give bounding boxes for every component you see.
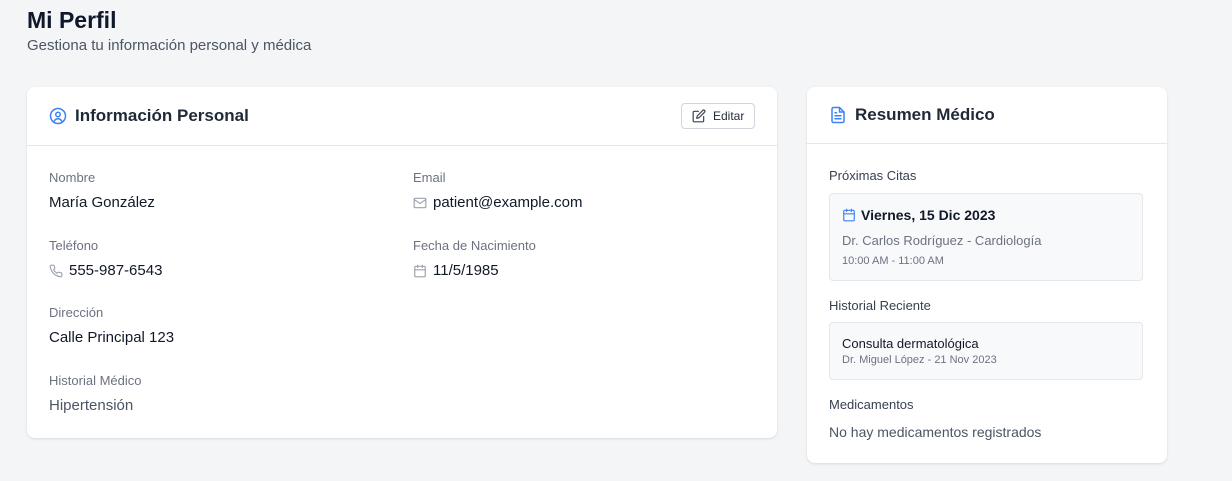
page-title: Mi Perfil — [27, 7, 117, 33]
medications-empty: No hay medicamentos registrados — [829, 424, 1042, 440]
edit-button-label: Editar — [713, 109, 745, 123]
field-birthdate: Fecha de Nacimiento 11/5/1985 — [413, 238, 536, 280]
field-medical-history-value: Hipertensión — [49, 397, 134, 414]
edit-button[interactable]: Editar — [681, 103, 755, 129]
medical-summary-header: Resumen Médico — [807, 87, 1167, 144]
field-name-value: María González — [49, 194, 155, 211]
field-phone-label: Teléfono — [49, 238, 99, 253]
personal-info-title: Información Personal — [75, 106, 249, 125]
field-phone-value: 555-987-6543 — [69, 262, 163, 279]
field-address-label: Dirección — [49, 305, 104, 320]
personal-info-card: Información Personal Editar Nombre María… — [27, 87, 777, 438]
field-birthdate-label: Fecha de Nacimiento — [413, 238, 536, 253]
history-label: Historial Reciente — [829, 298, 931, 313]
mail-icon — [413, 196, 427, 210]
field-address-value: Calle Principal 123 — [49, 329, 175, 346]
user-circle-icon — [49, 107, 67, 125]
field-name: Nombre María González — [49, 170, 155, 212]
history-title: Consulta dermatológica — [842, 336, 979, 351]
page-header: Mi Perfil Gestiona tu información person… — [27, 6, 311, 56]
page-subtitle: Gestiona tu información personal y médic… — [27, 37, 312, 54]
field-medical-history-label: Historial Médico — [49, 373, 142, 388]
medical-summary-card: Resumen Médico Próximas Citas Viernes, 1… — [807, 87, 1167, 463]
field-phone: Teléfono 555-987-6543 — [49, 238, 162, 280]
medical-summary-title: Resumen Médico — [855, 105, 995, 124]
history-item[interactable]: Consulta dermatológica Dr. Miguel López … — [829, 322, 1143, 380]
appointment-doctor: Dr. Carlos Rodríguez - Cardiología — [842, 233, 1042, 248]
phone-icon — [49, 264, 63, 278]
field-name-label: Nombre — [49, 170, 96, 185]
edit-icon — [692, 109, 706, 123]
calendar-icon — [842, 208, 856, 222]
upcoming-label: Próximas Citas — [829, 168, 917, 183]
field-birthdate-value: 11/5/1985 — [433, 262, 499, 279]
appointment-date: Viernes, 15 Dic 2023 — [861, 207, 996, 223]
upcoming-appointment[interactable]: Viernes, 15 Dic 2023 Dr. Carlos Rodrígue… — [829, 193, 1143, 281]
calendar-icon — [413, 264, 427, 278]
medications-label: Medicamentos — [829, 397, 914, 412]
document-icon — [829, 106, 847, 124]
field-address: Dirección Calle Principal 123 — [49, 305, 174, 347]
field-email-value: patient@example.com — [433, 194, 583, 211]
field-medical-history: Historial Médico Hipertensión — [49, 373, 141, 415]
field-email-label: Email — [413, 170, 446, 185]
personal-info-header: Información Personal Editar — [27, 87, 777, 146]
history-meta: Dr. Miguel López - 21 Nov 2023 — [842, 354, 997, 366]
appointment-time: 10:00 AM - 11:00 AM — [842, 255, 944, 267]
field-email: Email patient@example.com — [413, 170, 582, 212]
